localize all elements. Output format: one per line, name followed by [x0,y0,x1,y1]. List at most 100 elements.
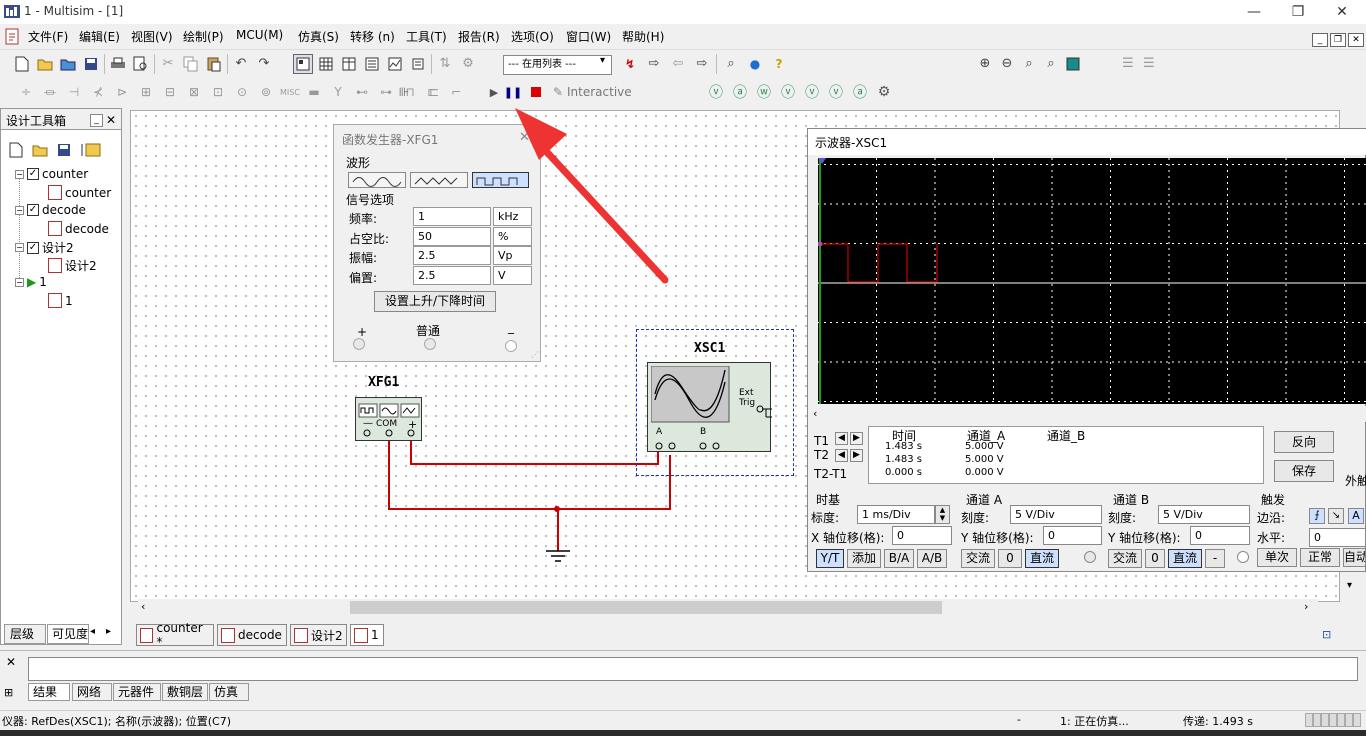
new-file-icon[interactable] [12,54,32,74]
zoom-in-icon[interactable]: ⊕ [975,54,995,74]
copy-icon[interactable] [181,54,201,74]
zoom-fit-icon[interactable] [1063,54,1083,74]
positive-terminal-radio[interactable] [353,338,365,350]
component-wizard-icon[interactable]: ⚙ [458,54,478,74]
common-terminal-radio[interactable] [424,338,436,350]
misc-icon[interactable]: MISC [280,82,300,102]
toggle-fullscreen-icon[interactable] [293,54,313,74]
channel-b-dc-button[interactable]: 直流 [1168,549,1202,568]
close-button[interactable]: ✕ [1320,0,1364,24]
advanced-peripherals-icon[interactable]: ▬ [304,82,324,102]
ba-mode-button[interactable]: B/A [884,549,914,568]
single-trigger-button[interactable]: 单次 [1257,548,1297,567]
channel-a-dc-button[interactable]: 直流 [1025,549,1059,568]
tab-visibility[interactable]: 可见度 [47,624,89,644]
menu-edit[interactable]: 编辑(E) [79,28,120,45]
scroll-down-icon[interactable]: ▾ [1347,580,1352,591]
channel-a-radio[interactable] [1084,551,1096,563]
menu-place[interactable]: 绘制(P) [183,28,224,45]
tab-decode[interactable]: decode [217,624,287,646]
export-icon[interactable]: ⇨ [692,54,712,74]
tree-item-decode-sheet[interactable]: decode [48,221,109,236]
frequency-input[interactable]: 1 [413,207,491,226]
ab-mode-button[interactable]: A/B [917,549,947,568]
transistor-icon[interactable]: ⊀ [88,82,108,102]
t2-right-arrow-icon[interactable]: ▶ [850,449,863,462]
ttl-icon[interactable]: ⊞ [136,82,156,102]
sheet-properties-icon[interactable]: ⊡ [1322,628,1331,641]
triangle-wave-button[interactable] [410,172,468,188]
electromechanical-icon[interactable]: ⊷ [352,82,372,102]
restore-button[interactable]: ❐ [1276,0,1320,24]
menu-simulate[interactable]: 仿真(S) [298,28,339,45]
menu-file[interactable]: 文件(F) [28,28,68,45]
zoom-out-icon[interactable]: ⊖ [997,54,1017,74]
t1-left-arrow-icon[interactable]: ◀ [835,432,848,445]
channel-a-ac-button[interactable]: 交流 [961,549,995,568]
menu-transfer[interactable]: 转移 (n) [350,28,395,45]
timebase-scale-stepper[interactable]: ▲ ▼ [935,505,950,524]
reverse-button[interactable]: 反向 [1274,431,1334,453]
channel-a-zero-button[interactable]: 0 [998,549,1022,568]
bus-icon[interactable]: ⊪ [394,82,414,102]
list-alt-icon[interactable]: ☰ [1143,54,1155,74]
menu-help[interactable]: 帮助(H) [622,28,664,45]
tab-nets[interactable]: 网络 [72,683,112,701]
checkbox-checked-icon[interactable]: ✓ [27,168,39,180]
tree-item-counter[interactable]: − ✓ counter [15,167,88,181]
open-sample-icon[interactable] [58,54,78,74]
channel-a-scale-input[interactable]: 5 V/Div [1010,505,1102,524]
rf-icon[interactable]: Y [328,82,348,102]
scrollbar-thumb[interactable] [350,601,942,614]
voltage-probe-icon[interactable]: ⓥ [706,82,726,102]
t2-left-arrow-icon[interactable]: ◀ [835,449,848,462]
channel-b-zero-button[interactable]: 0 [1145,549,1165,568]
scroll-right-icon[interactable]: › [1304,600,1308,613]
print-preview-icon[interactable] [131,54,151,74]
auto-trigger-button[interactable]: 自动 [1343,548,1366,567]
current-clamp-icon[interactable]: ⓐ [850,82,870,102]
basic-icon[interactable]: ⏛ [40,82,60,102]
menu-options[interactable]: 选项(O) [511,28,554,45]
resize-grip-icon[interactable]: ⋰ [531,350,539,359]
minimize-button[interactable]: — [1232,0,1276,24]
scroll-left-icon[interactable]: ‹ [141,600,145,613]
misc-digital-icon[interactable]: ⊠ [184,82,204,102]
document-icon[interactable] [4,28,22,49]
tree-item-design2[interactable]: − ✓ 设计2 [15,239,74,256]
power-probe-icon[interactable]: ⓦ [754,82,774,102]
redo-icon[interactable]: ↷ [254,54,274,74]
t1-right-arrow-icon[interactable]: ▶ [850,432,863,445]
channel-b-radio[interactable] [1237,551,1249,563]
trigger-source-a-button[interactable]: A [1348,508,1364,524]
collapse-icon[interactable]: − [15,277,24,287]
scope-scrollbar[interactable] [808,406,1366,422]
spreadsheet-close-icon[interactable]: ✕ [6,655,16,669]
hierarchical-block-icon[interactable]: ⊏ [422,82,442,102]
tab-scroll-left-icon[interactable]: ◂ [90,626,95,637]
undo-icon[interactable]: ↶ [231,54,251,74]
list-icon[interactable]: ☰ [1122,54,1134,74]
x-position-input[interactable]: 0 [892,526,952,545]
timebase-scale-input[interactable]: 1 ms/Div [857,505,935,524]
channel-b-ac-button[interactable]: 交流 [1108,549,1142,568]
rise-fall-time-button[interactable]: 设置上升/下降时间 [374,291,496,312]
falling-edge-icon[interactable]: ↘ [1328,508,1344,524]
erc-icon[interactable]: ⇅ [435,54,455,74]
wire[interactable] [388,508,670,510]
current-probe-icon[interactable]: ⓐ [730,82,750,102]
menu-reports[interactable]: 报告(R) [458,28,500,45]
open-design-icon[interactable] [32,142,48,158]
help-icon[interactable]: ? [769,54,789,74]
menu-mcu[interactable]: MCU(M) [236,28,283,42]
oscilloscope-symbol[interactable]: Ext Trig A B [647,362,772,452]
globe-icon[interactable]: ● [745,54,765,74]
tab-hierarchy[interactable]: 层级 [4,624,46,644]
mdi-minimize-button[interactable]: _ [1312,33,1328,47]
channel-b-minus-button[interactable]: - [1205,549,1225,568]
database-icon[interactable] [362,54,382,74]
amplitude-input[interactable]: 2.5 [413,246,491,265]
results-output[interactable] [28,657,1358,681]
postprocessor-icon[interactable] [408,54,428,74]
tab-results[interactable]: 结果 [28,683,70,701]
